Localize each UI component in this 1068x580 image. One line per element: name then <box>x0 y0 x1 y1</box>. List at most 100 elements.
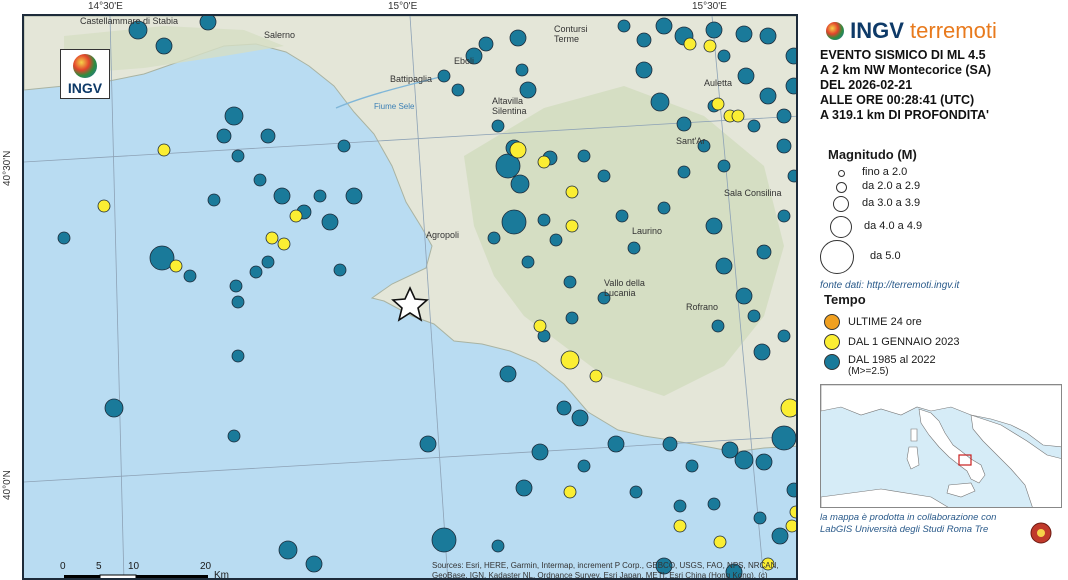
earthquake-marker-1985-2022[interactable] <box>662 436 678 452</box>
earthquake-marker-1985-2022[interactable] <box>278 540 298 560</box>
earthquake-marker-1985-2022[interactable] <box>565 311 579 325</box>
earthquake-marker-1985-2022[interactable] <box>321 213 339 231</box>
earthquake-marker-1985-2022[interactable] <box>657 201 671 215</box>
earthquake-marker-1985-2022[interactable] <box>677 165 691 179</box>
earthquake-marker-2023[interactable] <box>537 155 551 169</box>
earthquake-marker-1985-2022[interactable] <box>305 555 323 573</box>
earthquake-marker-1985-2022[interactable] <box>537 213 551 227</box>
earthquake-marker-1985-2022[interactable] <box>711 319 725 333</box>
earthquake-marker-1985-2022[interactable] <box>571 409 589 427</box>
earthquake-marker-1985-2022[interactable] <box>577 459 591 473</box>
earthquake-marker-1985-2022[interactable] <box>499 365 517 383</box>
map-frame[interactable]: INGV Castellammare di Stabia Salerno Ebo… <box>22 14 798 580</box>
earthquake-marker-1985-2022[interactable] <box>777 209 791 223</box>
earthquake-marker-2023[interactable] <box>97 199 111 213</box>
earthquake-marker-1985-2022[interactable] <box>685 459 699 473</box>
earthquake-marker-1985-2022[interactable] <box>337 139 351 153</box>
earthquake-marker-2023[interactable] <box>265 231 279 245</box>
earthquake-marker-1985-2022[interactable] <box>249 265 263 279</box>
earthquake-marker-1985-2022[interactable] <box>737 67 755 85</box>
earthquake-marker-1985-2022[interactable] <box>487 231 501 245</box>
earthquake-marker-1985-2022[interactable] <box>786 482 798 498</box>
earthquake-marker-1985-2022[interactable] <box>734 450 754 470</box>
earthquake-marker-1985-2022[interactable] <box>231 149 245 163</box>
earthquake-marker-1985-2022[interactable] <box>549 233 563 247</box>
earthquake-marker-1985-2022[interactable] <box>735 25 753 43</box>
earthquake-marker-2023[interactable] <box>713 535 727 549</box>
earthquake-marker-1985-2022[interactable] <box>216 128 232 144</box>
earthquake-marker-2023[interactable] <box>780 398 798 418</box>
earthquake-marker-1985-2022[interactable] <box>227 429 241 443</box>
earthquake-marker-2023[interactable] <box>157 143 171 157</box>
earthquake-marker-1985-2022[interactable] <box>617 19 631 33</box>
earthquake-marker-1985-2022[interactable] <box>607 435 625 453</box>
earthquake-marker-1985-2022[interactable] <box>635 61 653 79</box>
earthquake-marker-1985-2022[interactable] <box>717 49 731 63</box>
earthquake-marker-1985-2022[interactable] <box>705 21 723 39</box>
earthquake-marker-1985-2022[interactable] <box>785 77 798 95</box>
earthquake-marker-1985-2022[interactable] <box>515 479 533 497</box>
earthquake-marker-1985-2022[interactable] <box>627 241 641 255</box>
earthquake-marker-1985-2022[interactable] <box>753 343 771 361</box>
earthquake-marker-1985-2022[interactable] <box>776 108 792 124</box>
earthquake-marker-2023[interactable] <box>563 485 577 499</box>
earthquake-marker-1985-2022[interactable] <box>676 116 692 132</box>
earthquake-marker-1985-2022[interactable] <box>753 511 767 525</box>
earthquake-marker-1985-2022[interactable] <box>260 128 276 144</box>
earthquake-marker-2023[interactable] <box>277 237 291 251</box>
earthquake-marker-1985-2022[interactable] <box>673 499 687 513</box>
earthquake-marker-1985-2022[interactable] <box>155 37 173 55</box>
earthquake-marker-1985-2022[interactable] <box>491 539 505 553</box>
earthquake-marker-1985-2022[interactable] <box>636 32 652 48</box>
earthquake-marker-1985-2022[interactable] <box>231 349 245 363</box>
earthquake-marker-1985-2022[interactable] <box>509 29 527 47</box>
earthquake-marker-1985-2022[interactable] <box>747 119 761 133</box>
earthquake-marker-2023[interactable] <box>785 519 798 533</box>
earthquake-marker-1985-2022[interactable] <box>515 63 529 77</box>
earthquake-marker-1985-2022[interactable] <box>333 263 347 277</box>
earthquake-marker-1985-2022[interactable] <box>776 138 792 154</box>
earthquake-marker-1985-2022[interactable] <box>771 425 796 451</box>
earthquake-marker-1985-2022[interactable] <box>104 398 124 418</box>
earthquake-marker-1985-2022[interactable] <box>521 255 535 269</box>
earthquake-marker-1985-2022[interactable] <box>345 187 363 205</box>
earthquake-marker-2023[interactable] <box>565 185 579 199</box>
earthquake-marker-2023[interactable] <box>509 141 527 159</box>
earthquake-marker-2023[interactable] <box>731 109 745 123</box>
earthquake-marker-2023[interactable] <box>683 37 697 51</box>
earthquake-marker-2023[interactable] <box>169 259 183 273</box>
earthquake-marker-1985-2022[interactable] <box>478 36 494 52</box>
earthquake-marker-1985-2022[interactable] <box>451 83 465 97</box>
earthquake-marker-1985-2022[interactable] <box>510 174 530 194</box>
earthquake-marker-1985-2022[interactable] <box>759 87 777 105</box>
earthquake-marker-1985-2022[interactable] <box>785 47 798 65</box>
earthquake-marker-2023[interactable] <box>711 97 725 111</box>
earthquake-marker-1985-2022[interactable] <box>615 209 629 223</box>
earthquake-marker-1985-2022[interactable] <box>707 497 721 511</box>
earthquake-marker-1985-2022[interactable] <box>207 193 221 207</box>
earthquake-marker-1985-2022[interactable] <box>253 173 267 187</box>
earthquake-marker-1985-2022[interactable] <box>597 169 611 183</box>
earthquake-marker-1985-2022[interactable] <box>735 287 753 305</box>
earthquake-marker-1985-2022[interactable] <box>183 269 197 283</box>
earthquake-marker-1985-2022[interactable] <box>705 217 723 235</box>
earthquake-marker-1985-2022[interactable] <box>650 92 670 112</box>
earthquake-marker-1985-2022[interactable] <box>717 159 731 173</box>
earthquake-marker-1985-2022[interactable] <box>787 169 798 183</box>
earthquake-marker-1985-2022[interactable] <box>261 255 275 269</box>
earthquake-marker-1985-2022[interactable] <box>491 119 505 133</box>
seismic-map[interactable] <box>24 16 798 580</box>
earthquake-marker-2023[interactable] <box>589 369 603 383</box>
earthquake-marker-1985-2022[interactable] <box>755 453 773 471</box>
data-source[interactable]: fonte dati: http://terremoti.ingv.it <box>820 280 959 291</box>
earthquake-marker-1985-2022[interactable] <box>747 309 761 323</box>
earthquake-marker-1985-2022[interactable] <box>229 279 243 293</box>
earthquake-marker-1985-2022[interactable] <box>231 295 245 309</box>
earthquake-marker-1985-2022[interactable] <box>57 231 71 245</box>
earthquake-marker-1985-2022[interactable] <box>556 400 572 416</box>
earthquake-marker-2023[interactable] <box>789 505 798 519</box>
earthquake-marker-2023[interactable] <box>703 39 717 53</box>
earthquake-marker-1985-2022[interactable] <box>655 17 673 35</box>
earthquake-marker-1985-2022[interactable] <box>224 106 244 126</box>
earthquake-marker-2023[interactable] <box>673 519 687 533</box>
